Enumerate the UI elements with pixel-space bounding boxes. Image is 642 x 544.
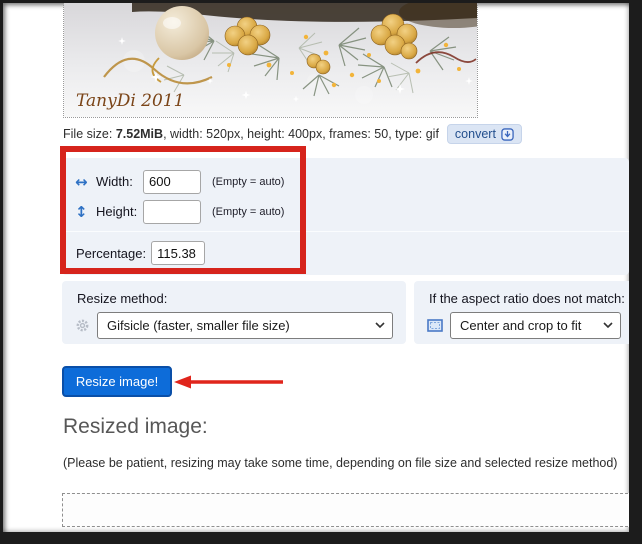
percentage-label: Percentage: — [76, 245, 147, 261]
photo-signature: TanyDi 2011 — [76, 91, 184, 111]
percentage-row: Percentage: — [76, 241, 206, 265]
resize-method-label: Resize method: — [77, 291, 168, 306]
width-hint: (Empty = auto) — [212, 175, 285, 188]
resized-image-heading: Resized image: — [63, 415, 208, 438]
crop-frame-icon — [427, 319, 443, 332]
source-image-preview: TanyDi 2011 — [63, 3, 478, 118]
resize-method-select[interactable]: Gifsicle (faster, smaller file size) — [97, 312, 393, 339]
resize-image-button[interactable]: Resize image! — [62, 366, 172, 397]
screenshot-page: TanyDi 2011 File size: 7.52MiB, width: 5… — [3, 3, 629, 532]
gear-icon — [76, 319, 89, 332]
width-label: Width: — [96, 174, 133, 189]
patience-note: (Please be patient, resizing may take so… — [63, 456, 618, 470]
form-divider — [62, 231, 629, 232]
aspect-ratio-select[interactable]: Center and crop to fit — [450, 312, 621, 339]
horizontal-arrows-icon: ↔ — [75, 172, 88, 191]
width-row: ↔ Width: (Empty = auto) — [75, 169, 629, 194]
convert-label: convert — [454, 127, 496, 141]
file-size-label: File size: — [63, 127, 113, 141]
photo-artwork: TanyDi 2011 — [64, 3, 477, 117]
height-row: ↕ Height: (Empty = auto) — [75, 199, 629, 224]
file-size-value: 7.52MiB — [115, 127, 164, 141]
vertical-arrows-icon: ↕ — [75, 202, 88, 221]
file-details: , width: 520px, height: 400px, frames: 5… — [163, 127, 439, 141]
chevron-down-icon — [603, 322, 613, 328]
height-hint: (Empty = auto) — [212, 205, 285, 218]
file-info-line: File size: 7.52MiB, width: 520px, height… — [63, 123, 629, 145]
resize-method-value: Gifsicle (faster, smaller file size) — [107, 318, 290, 333]
convert-button[interactable]: convert — [446, 124, 522, 144]
resize-method-panel: Resize method: Gifsicle (faster, smaller… — [62, 281, 406, 344]
width-input[interactable] — [143, 169, 201, 194]
aspect-ratio-label: If the aspect ratio does not match: — [429, 291, 625, 306]
size-form-panel: ↔ Width: (Empty = auto) ↕ Height: (Empty… — [62, 158, 629, 275]
chevron-down-icon — [375, 322, 385, 328]
download-icon — [501, 127, 514, 141]
height-input[interactable] — [143, 199, 201, 224]
aspect-ratio-value: Center and crop to fit — [460, 318, 582, 333]
height-label: Height: — [96, 204, 138, 219]
aspect-ratio-panel: If the aspect ratio does not match: Cent… — [414, 281, 629, 344]
percentage-input[interactable] — [151, 241, 206, 265]
resized-image-placeholder — [62, 493, 629, 527]
annotation-arrow — [174, 375, 283, 389]
